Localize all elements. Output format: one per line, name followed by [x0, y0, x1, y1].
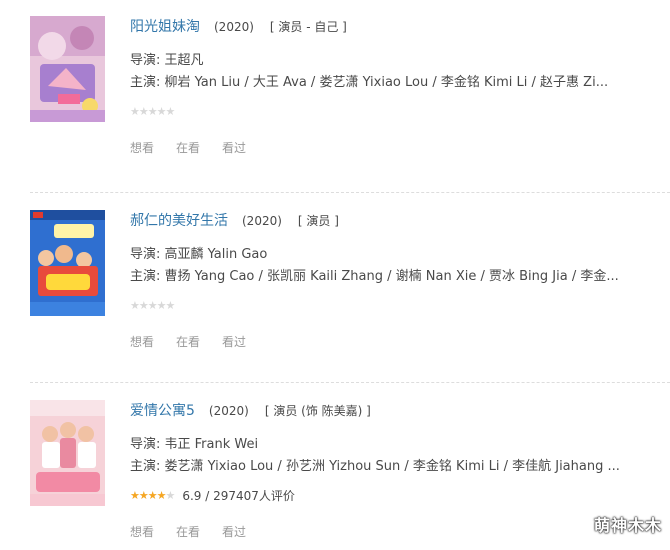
watching-button[interactable]: 在看 [176, 525, 200, 539]
movie-poster[interactable] [30, 210, 105, 316]
movie-role: [ 演员 ] [297, 214, 339, 228]
movie-title-link[interactable]: 阳光姐妹淘 [130, 19, 200, 35]
want-to-watch-button[interactable]: 想看 [130, 335, 154, 349]
movie-cast: 主演: 娄艺潇 Yixiao Lou / 孙艺洲 Yizhou Sun / 李金… [130, 459, 620, 474]
movie-role: [ 演员 (饰 陈美嘉) ] [264, 404, 371, 418]
movie-info: 阳光姐妹淘 (2020) [ 演员 - 自己 ] 导演: 王超凡 主演: 柳岩 Ya… [130, 16, 670, 156]
title-line: 郝仁的美好生活 (2020) [ 演员 ] [130, 210, 670, 230]
rating-stars-icon: ★★★★★ [130, 104, 175, 118]
movie-poster[interactable] [30, 16, 105, 122]
movie-director: 导演: 高亚麟 Yalin Gao [130, 247, 268, 262]
movie-actions: 想看 在看 看过 [130, 139, 670, 156]
movie-info: 爱情公寓5 (2020) [ 演员 (饰 陈美嘉) ] 导演: 韦正 Frank W… [130, 400, 670, 540]
movie-list-page: 阳光姐妹淘 (2020) [ 演员 - 自己 ] 导演: 王超凡 主演: 柳岩 Ya… [0, 0, 670, 550]
watched-button[interactable]: 看过 [222, 141, 246, 155]
watching-button[interactable]: 在看 [176, 335, 200, 349]
watched-button[interactable]: 看过 [222, 525, 246, 539]
movie-rating: ★★★★★ [130, 103, 670, 119]
movie-year: (2020) [208, 404, 249, 418]
movie-poster[interactable] [30, 400, 105, 506]
watching-button[interactable]: 在看 [176, 141, 200, 155]
movie-title-link[interactable]: 郝仁的美好生活 [130, 213, 228, 229]
movie-director: 导演: 王超凡 [130, 53, 204, 68]
movie-year: (2020) [242, 214, 282, 228]
movie-actions: 想看 在看 看过 [130, 523, 670, 540]
movie-director: 导演: 韦正 Frank Wei [130, 437, 259, 452]
title-line: 阳光姐妹淘 (2020) [ 演员 - 自己 ] [130, 16, 670, 36]
movie-rating: ★★★★★ 6.9 / 297407人评价 [130, 487, 670, 503]
divider [30, 192, 670, 193]
rating-score: 6.9 / 297407人评价 [182, 488, 295, 503]
rating-stars-icon: ★★★★★ [130, 488, 175, 502]
want-to-watch-button[interactable]: 想看 [130, 141, 154, 155]
movie-cast: 主演: 柳岩 Yan Liu / 大王 Ava / 娄艺潇 Yixiao Lou… [130, 75, 609, 90]
divider [30, 382, 670, 383]
movie-role: [ 演员 - 自己 ] [269, 20, 347, 34]
movie-actions: 想看 在看 看过 [130, 333, 670, 350]
movie-info: 郝仁的美好生活 (2020) [ 演员 ] 导演: 高亚麟 Yalin Gao 主演… [130, 210, 670, 350]
title-line: 爱情公寓5 (2020) [ 演员 (饰 陈美嘉) ] [130, 400, 670, 420]
movie-year: (2020) [214, 20, 254, 34]
movie-cast: 主演: 曹扬 Yang Cao / 张凯丽 Kaili Zhang / 谢楠 N… [130, 269, 619, 284]
watched-button[interactable]: 看过 [222, 335, 246, 349]
movie-rating: ★★★★★ [130, 297, 670, 313]
movie-title-link[interactable]: 爱情公寓5 [130, 403, 195, 419]
rating-stars-icon: ★★★★★ [130, 298, 175, 312]
watermark: 萌神木木 [593, 516, 662, 535]
want-to-watch-button[interactable]: 想看 [130, 525, 154, 539]
